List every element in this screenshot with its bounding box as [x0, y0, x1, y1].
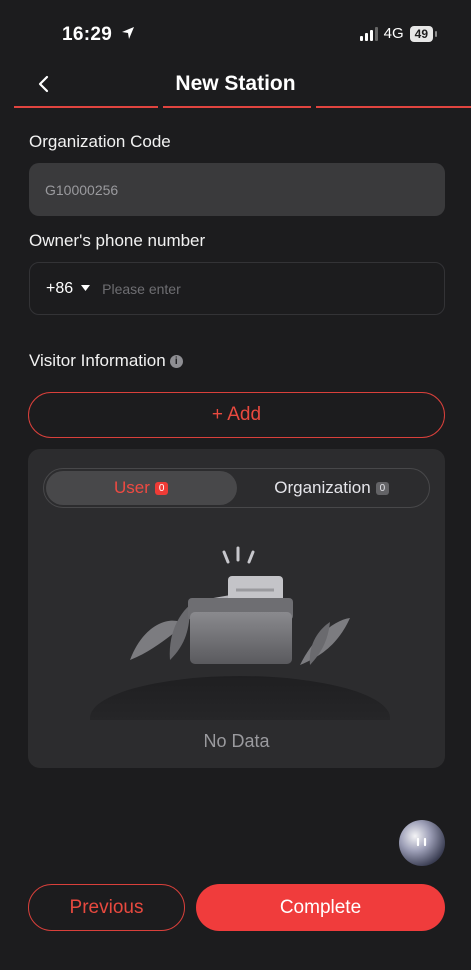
visitor-info-label: Visitor Information i [29, 351, 183, 371]
country-code-value: +86 [46, 279, 74, 297]
step-indicator-3 [316, 106, 471, 108]
org-code-value: G10000256 [45, 181, 119, 198]
empty-folder-illustration [90, 546, 390, 720]
step-indicator-2 [163, 106, 311, 108]
org-code-label: Organization Code [29, 132, 171, 151]
status-indicators: 4G 49 [359, 25, 438, 42]
assistant-bubble-icon[interactable] [399, 820, 445, 866]
phone-field: +86 Please enter [29, 262, 445, 315]
user-count-badge: 0 [154, 481, 169, 495]
visitor-info-text: Visitor Information [29, 351, 166, 370]
battery-icon: 49 [409, 25, 438, 42]
step-indicator-1 [14, 106, 158, 108]
info-icon[interactable]: i [169, 355, 183, 369]
page-title: New Station [175, 72, 296, 95]
tab-organization-label: Organization [274, 478, 371, 497]
phone-label: Owner's phone number [29, 231, 206, 250]
tab-organization[interactable]: Organization 0 [237, 471, 428, 505]
organization-count-badge: 0 [375, 481, 390, 495]
tab-user[interactable]: User 0 [46, 471, 237, 505]
location-arrow-icon [121, 27, 134, 39]
visitor-tabs: User 0 Organization 0 [43, 468, 430, 508]
add-visitor-button[interactable]: + Add [28, 392, 445, 438]
status-time: 16:29 [62, 24, 136, 46]
signal-icon [359, 26, 378, 41]
phone-input[interactable]: Please enter [102, 281, 181, 297]
complete-button[interactable]: Complete [196, 884, 445, 931]
network-type: 4G [383, 25, 404, 42]
previous-button[interactable]: Previous [28, 884, 185, 931]
org-code-field: G10000256 [29, 163, 445, 216]
empty-state-text: No Data [203, 731, 270, 751]
assistant-eyes-icon [416, 837, 427, 847]
status-time-text: 16:29 [62, 24, 113, 45]
caret-down-icon [81, 285, 91, 291]
country-code-select[interactable]: +86 [46, 279, 91, 298]
tab-user-label: User [114, 478, 150, 497]
